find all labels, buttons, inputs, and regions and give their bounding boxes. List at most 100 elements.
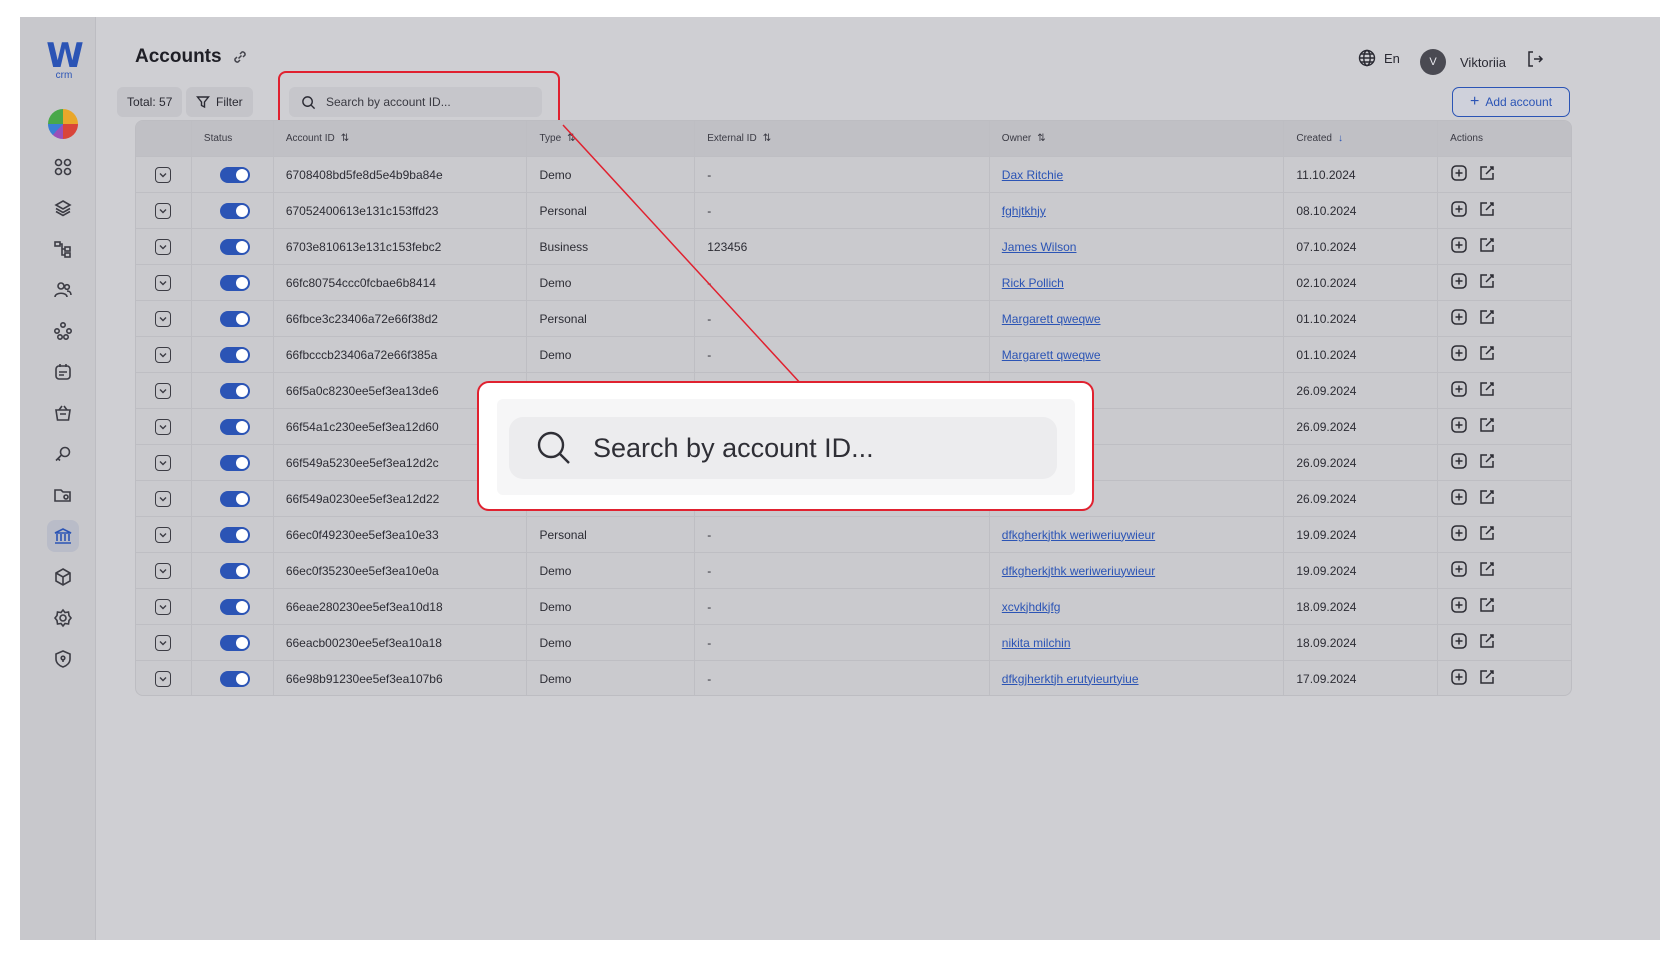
expand-row-button[interactable] (155, 310, 172, 327)
status-toggle[interactable] (219, 598, 250, 615)
owner-link[interactable]: xcvkjhdkjfg (1002, 600, 1061, 614)
edit-action-icon[interactable] (1478, 344, 1496, 365)
header-created[interactable]: Created ↓ (1284, 121, 1439, 156)
add-action-icon[interactable] (1450, 380, 1468, 401)
edit-action-icon[interactable] (1478, 524, 1496, 545)
shield-icon[interactable] (47, 643, 79, 675)
dashboard-pie-icon[interactable] (48, 109, 78, 139)
logo[interactable]: W crm (44, 39, 84, 81)
header-external-id[interactable]: External ID ⇅ (695, 121, 990, 156)
status-toggle[interactable] (219, 490, 250, 507)
sort-icon[interactable]: ⇅ (1037, 133, 1045, 144)
expand-row-button[interactable] (155, 382, 172, 399)
edit-action-icon[interactable] (1478, 488, 1496, 509)
edit-action-icon[interactable] (1478, 164, 1496, 185)
add-action-icon[interactable] (1450, 488, 1468, 509)
key-icon[interactable] (47, 438, 79, 470)
add-action-icon[interactable] (1450, 668, 1468, 689)
add-action-icon[interactable] (1450, 236, 1468, 257)
add-action-icon[interactable] (1450, 596, 1468, 617)
edit-action-icon[interactable] (1478, 380, 1496, 401)
add-action-icon[interactable] (1450, 632, 1468, 653)
owner-link[interactable]: dfkgherkjthk weriweriuywieur (1002, 528, 1155, 542)
edit-action-icon[interactable] (1478, 452, 1496, 473)
status-toggle[interactable] (219, 238, 250, 255)
status-toggle[interactable] (219, 346, 250, 363)
expand-row-button[interactable] (155, 526, 172, 543)
grid-icon[interactable] (47, 151, 79, 183)
add-action-icon[interactable] (1450, 344, 1468, 365)
expand-row-button[interactable] (155, 166, 172, 183)
status-toggle[interactable] (219, 310, 250, 327)
status-toggle[interactable] (219, 166, 250, 183)
owner-link[interactable]: Rick Pollich (1002, 276, 1064, 290)
zoomed-search-input[interactable]: Search by account ID... (509, 417, 1057, 479)
status-toggle[interactable] (219, 634, 250, 651)
owner-link[interactable]: Margarett qweqwe (1002, 312, 1101, 326)
owner-link[interactable]: dfkgherkjthk weriweriuywieur (1002, 564, 1155, 578)
add-action-icon[interactable] (1450, 524, 1468, 545)
owner-link[interactable]: dfkgjherktjh erutyieurtyiue (1002, 672, 1139, 686)
edit-action-icon[interactable] (1478, 200, 1496, 221)
add-action-icon[interactable] (1450, 200, 1468, 221)
owner-link[interactable]: Margarett qweqwe (1002, 348, 1101, 362)
edit-action-icon[interactable] (1478, 272, 1496, 293)
edit-action-icon[interactable] (1478, 632, 1496, 653)
add-action-icon[interactable] (1450, 308, 1468, 329)
bank-icon[interactable] (47, 520, 79, 552)
status-toggle[interactable] (219, 562, 250, 579)
add-action-icon[interactable] (1450, 452, 1468, 473)
edit-action-icon[interactable] (1478, 236, 1496, 257)
edit-action-icon[interactable] (1478, 596, 1496, 617)
header-type[interactable]: Type ⇅ (527, 121, 696, 156)
add-action-icon[interactable] (1450, 272, 1468, 293)
add-action-icon[interactable] (1450, 164, 1468, 185)
edit-action-icon[interactable] (1478, 560, 1496, 581)
owner-link[interactable]: nikita milchin (1002, 636, 1071, 650)
logout-icon[interactable] (1526, 50, 1544, 68)
owner-link[interactable]: Dax Ritchie (1002, 168, 1063, 182)
link-icon[interactable] (231, 48, 249, 66)
edit-action-icon[interactable] (1478, 416, 1496, 437)
expand-row-button[interactable] (155, 274, 172, 291)
language-selector[interactable]: En (1358, 49, 1400, 67)
edit-action-icon[interactable] (1478, 668, 1496, 689)
add-action-icon[interactable] (1450, 416, 1468, 437)
sort-down-icon[interactable]: ↓ (1338, 133, 1343, 144)
sort-icon[interactable]: ⇅ (567, 133, 575, 144)
expand-row-button[interactable] (155, 238, 172, 255)
expand-row-button[interactable] (155, 598, 172, 615)
add-action-icon[interactable] (1450, 560, 1468, 581)
sort-icon[interactable]: ⇅ (341, 133, 349, 144)
header-account-id[interactable]: Account ID ⇅ (274, 121, 528, 156)
users-icon[interactable] (47, 274, 79, 306)
network-icon[interactable] (47, 315, 79, 347)
layers-icon[interactable] (47, 192, 79, 224)
user-menu[interactable]: V Viktoriia (1420, 49, 1506, 75)
filter-button[interactable]: Filter (186, 87, 253, 117)
basket-icon[interactable] (47, 397, 79, 429)
folder-icon[interactable] (47, 479, 79, 511)
status-toggle[interactable] (219, 418, 250, 435)
owner-link[interactable]: fghjtkhjy (1002, 204, 1046, 218)
expand-row-button[interactable] (155, 490, 172, 507)
expand-row-button[interactable] (155, 634, 172, 651)
status-toggle[interactable] (219, 454, 250, 471)
expand-row-button[interactable] (155, 418, 172, 435)
expand-row-button[interactable] (155, 454, 172, 471)
box-icon[interactable] (47, 561, 79, 593)
expand-row-button[interactable] (155, 346, 172, 363)
header-owner[interactable]: Owner ⇅ (990, 121, 1285, 156)
status-toggle[interactable] (219, 526, 250, 543)
edit-action-icon[interactable] (1478, 308, 1496, 329)
owner-link[interactable]: James Wilson (1002, 240, 1077, 254)
status-toggle[interactable] (219, 202, 250, 219)
status-toggle[interactable] (219, 670, 250, 687)
status-toggle[interactable] (219, 382, 250, 399)
settings-icon[interactable] (47, 602, 79, 634)
calendar-icon[interactable] (47, 356, 79, 388)
expand-row-button[interactable] (155, 670, 172, 687)
hierarchy-icon[interactable] (47, 233, 79, 265)
sort-icon[interactable]: ⇅ (763, 133, 771, 144)
expand-row-button[interactable] (155, 562, 172, 579)
